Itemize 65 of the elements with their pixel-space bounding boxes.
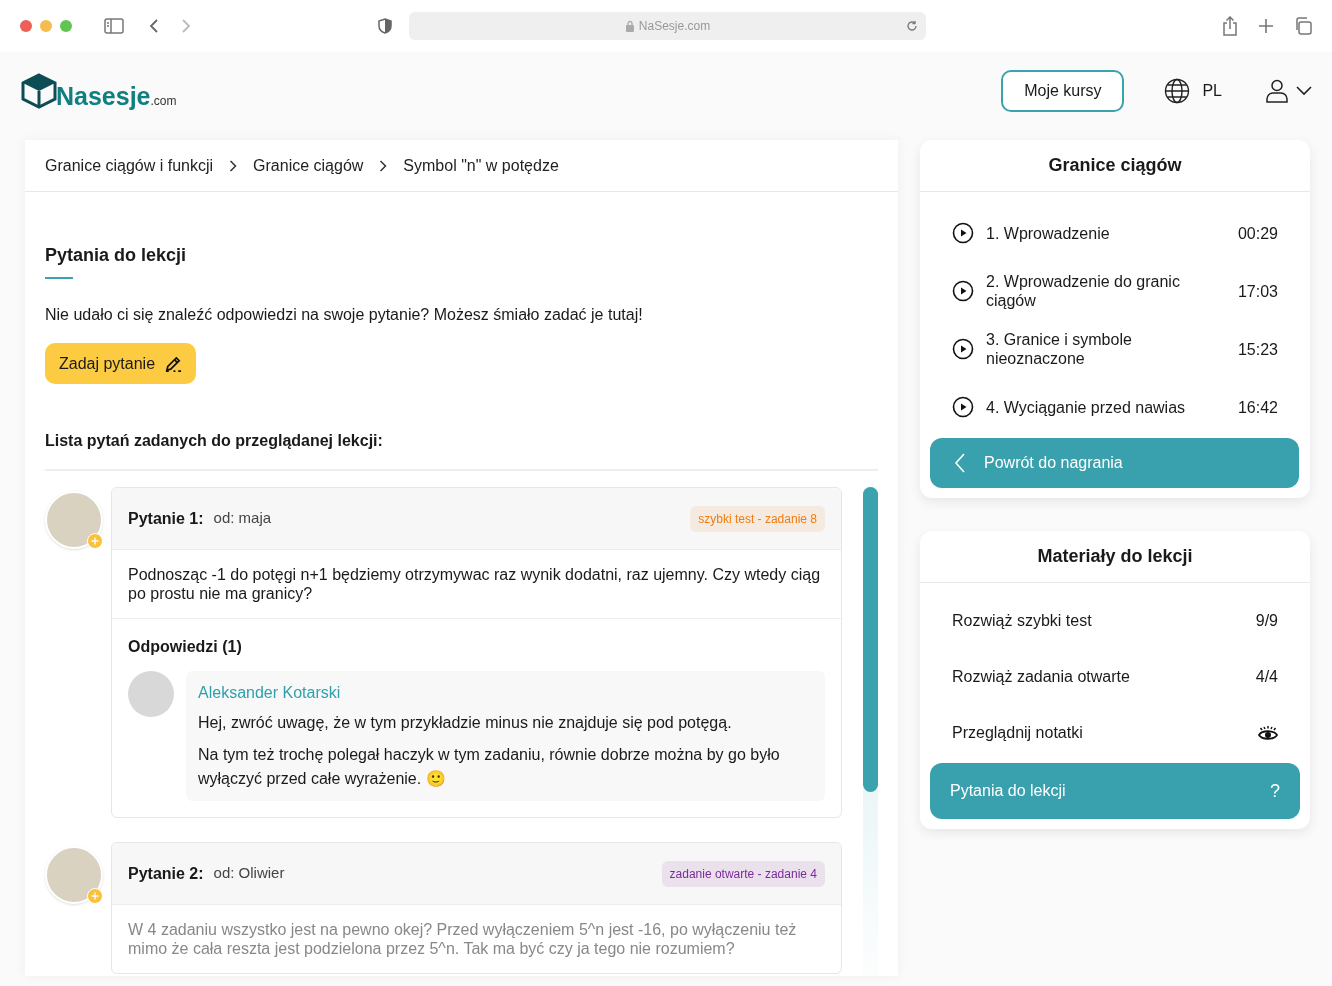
site-logo[interactable]: Nasesje.com (20, 73, 177, 109)
lesson-item[interactable]: 1. Wprowadzenie 00:29 (952, 204, 1278, 262)
user-avatar (45, 491, 103, 549)
card-title: Granice ciągów (920, 140, 1310, 192)
pencil-icon (165, 355, 183, 372)
cube-logo-icon (20, 73, 58, 109)
sidebar-icon[interactable] (104, 18, 124, 34)
language-link[interactable]: PL (1202, 79, 1222, 103)
back-icon[interactable] (148, 18, 160, 34)
plus-badge-icon (87, 888, 103, 904)
user-menu-button[interactable] (1266, 79, 1312, 103)
plus-icon[interactable] (1258, 18, 1274, 34)
lesson-item[interactable]: 2. Wprowadzenie do granic ciągów 17:03 (952, 262, 1278, 320)
play-icon (952, 338, 974, 360)
tabs-icon[interactable] (1294, 17, 1312, 35)
ask-question-button[interactable]: Zadaj pytanie (45, 343, 197, 384)
card-title: Materiały do lekcji (920, 531, 1310, 583)
shield-icon[interactable] (377, 18, 393, 34)
material-item[interactable]: Rozwiąż szybki test 9/9 (920, 593, 1310, 649)
answer-text: Hej, zwróć uwagę, że w tym przykładzie minus nie znajduje się pod potęgą. (198, 713, 733, 733)
question-text: Podnosząc -1 do potęgi n+1 będziemy otrzymywac raz wynik dodatni, raz ujemny. Czy wtedy ciąg po prostu nie ma granicy? (127, 565, 822, 604)
logo-suffix: .com (150, 95, 177, 107)
globe-icon[interactable] (1164, 78, 1191, 104)
eye-icon (1258, 725, 1278, 741)
intro-text: Nie udało ci się znaleźć odpowiedzi na swoje pytanie? Możesz śmiało zadać je tutaj! (45, 305, 644, 325)
lock-icon (624, 20, 635, 32)
forward-icon[interactable] (180, 18, 192, 34)
user-icon (1266, 79, 1288, 103)
scrollbar-thumb[interactable] (863, 487, 878, 792)
chevron-right-icon (379, 159, 388, 172)
user-avatar (45, 846, 103, 904)
scrollbar-track[interactable] (863, 487, 878, 976)
share-icon[interactable] (1222, 16, 1238, 36)
photo-placeholder (128, 671, 174, 717)
task-tag: zadanie otwarte - zadanie 4 (661, 860, 825, 887)
breadcrumb-link[interactable]: Granice ciągów i funkcji (45, 153, 214, 178)
material-item[interactable]: Przeglądnij notatki (920, 705, 1310, 761)
my-courses-button[interactable]: Moje kursy (1001, 70, 1125, 112)
lesson-item[interactable]: 4. Wyciąganie przed nawias 16:42 (952, 378, 1278, 436)
questions-list-title: Lista pytań zadanych do przeglądanej lekcji: (45, 429, 878, 471)
title-underline (45, 277, 73, 279)
question-author: od: maja (213, 508, 272, 529)
play-icon (952, 280, 974, 302)
material-item[interactable]: Rozwiąż zadania otwarte 4/4 (920, 649, 1310, 705)
chevron-right-icon (229, 159, 238, 172)
play-icon (952, 222, 974, 244)
question-author: od: Oliwier (213, 863, 285, 884)
task-tag: szybki test - zadanie 8 (690, 505, 825, 532)
question-text: W 4 zadaniu wszystko jest na pewno okej? Przed wyłączeniem 5^n jest -16, po wyłączeniu też mimo że cała reszta jest podzielona przez 5^n. Tak ma być czy ja tego nie rozumiem? (127, 920, 798, 959)
logo-text: Nasesje (56, 84, 151, 109)
answers-title: Odpowiedzi (1) (128, 637, 243, 657)
chevron-down-icon (1296, 86, 1312, 96)
chevron-left-icon (954, 453, 966, 473)
url-text: NaSesje.com (638, 18, 711, 35)
play-icon (952, 396, 974, 418)
section-title: Pytania do lekcji (45, 244, 187, 267)
lesson-item[interactable]: 3. Granice i symbole nieoznaczone 15:23 (952, 320, 1278, 378)
answer-author: Aleksander Kotarski (198, 683, 342, 703)
question-label: Pytanie 1: (128, 508, 204, 529)
breadcrumb-link[interactable]: Symbol "n" w potędze (403, 153, 559, 178)
plus-badge-icon (87, 533, 103, 549)
question-label: Pytanie 2: (128, 863, 204, 884)
answer-text: Na tym też trochę polegał haczyk w tym zadaniu, równie dobrze można by go było wyłączyć przed całe wyrażenie. 🙂 (198, 745, 781, 789)
breadcrumb-link[interactable]: Granice ciągów (253, 153, 364, 178)
reload-icon[interactable] (906, 20, 918, 32)
